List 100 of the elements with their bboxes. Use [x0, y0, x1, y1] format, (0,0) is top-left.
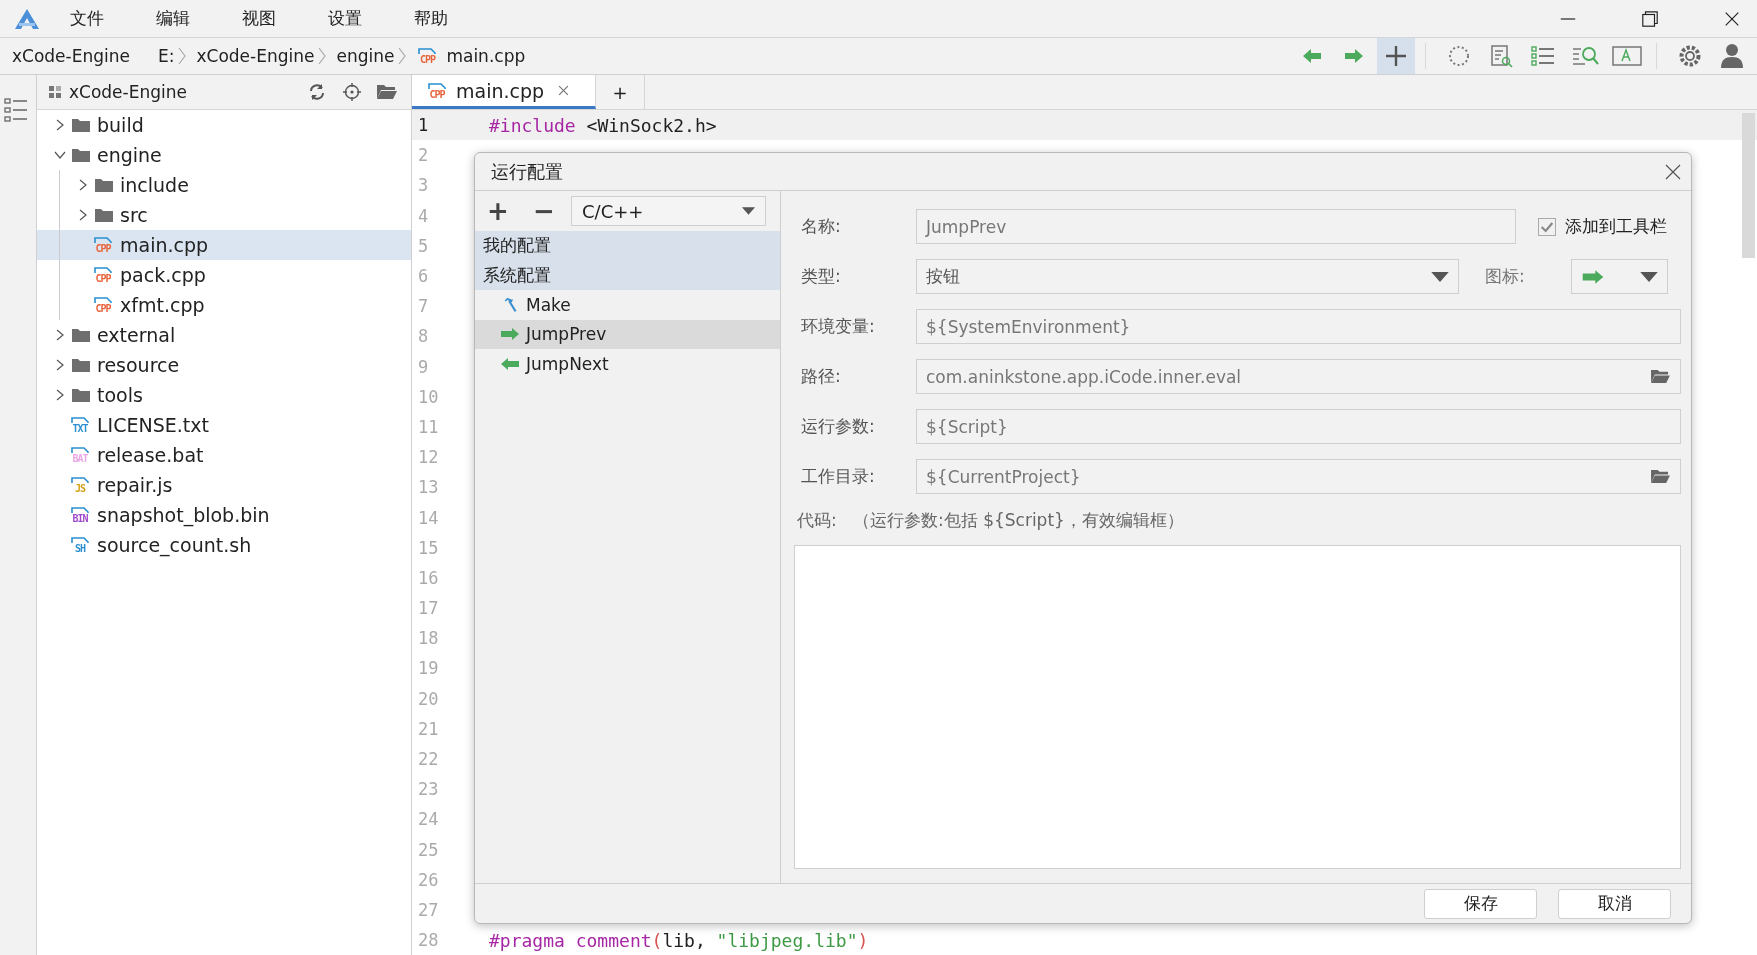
add-button[interactable]: + — [485, 198, 511, 224]
input-field[interactable]: ${SystemEnvironment} — [916, 309, 1681, 344]
breadcrumb-item[interactable]: E: — [158, 46, 175, 66]
input-field[interactable]: ${CurrentProject} — [916, 459, 1681, 494]
icon-select[interactable] — [1571, 259, 1668, 294]
line-number: 5 — [417, 235, 430, 256]
config-item[interactable]: Make — [475, 290, 780, 320]
tree-item[interactable]: BAT release.bat — [37, 440, 411, 470]
save-button[interactable]: 保存 — [1424, 888, 1537, 919]
breadcrumb-item[interactable]: CPP main.cpp — [416, 46, 526, 66]
line-number: 20 — [417, 688, 440, 709]
field-label: 代码: — [797, 508, 838, 532]
plus-icon[interactable] — [1377, 38, 1415, 74]
menu-item[interactable]: 视图 — [242, 7, 276, 30]
folder-icon — [94, 207, 114, 223]
config-group[interactable]: 我的配置 — [475, 231, 780, 261]
chevron-right-icon — [54, 329, 66, 341]
tree-item[interactable]: external — [37, 320, 411, 350]
tree-item[interactable]: build — [37, 110, 411, 140]
field-label: 工作目录: — [801, 465, 876, 488]
field-label: 运行参数: — [801, 415, 876, 438]
line-number: 16 — [417, 567, 440, 588]
code-line: #include <WinSock2.h> — [489, 114, 717, 136]
close-icon[interactable] — [1665, 163, 1681, 180]
hint-text: （运行参数:包括 ${Script}，有效编辑框） — [853, 508, 1184, 532]
chevron-icon — [318, 46, 327, 66]
config-group[interactable]: 系统配置 — [475, 260, 780, 290]
tree-item[interactable]: resource — [37, 350, 411, 380]
input-field[interactable]: ${Script} — [916, 409, 1681, 444]
line-number: 25 — [417, 839, 440, 860]
chevron-down-icon — [54, 149, 66, 161]
tree-item[interactable]: engine — [37, 140, 411, 170]
line-number: 14 — [417, 507, 440, 528]
field-label: 路径: — [801, 365, 842, 388]
menu-item[interactable]: 设置 — [328, 7, 362, 30]
folder-icon — [71, 357, 91, 373]
arrow-left-icon — [500, 355, 520, 372]
chevron-icon — [178, 46, 187, 66]
line-number: 6 — [417, 266, 430, 287]
code-editor-field[interactable] — [794, 545, 1681, 869]
arrow-right-icon — [500, 326, 520, 343]
line-number: 4 — [417, 205, 430, 226]
menu-item[interactable]: 编辑 — [156, 7, 190, 30]
outline-icon[interactable] — [4, 97, 28, 123]
tree-item[interactable]: TXT LICENSE.txt — [37, 410, 411, 440]
line-number: 24 — [417, 809, 440, 830]
breadcrumb-item[interactable]: engine — [336, 46, 395, 66]
chevron-right-icon — [54, 119, 66, 131]
name-field[interactable]: JumpPrev — [916, 209, 1516, 244]
tree-item[interactable]: SH source_count.sh — [37, 530, 411, 560]
tree-item[interactable]: CPP main.cpp — [37, 230, 411, 260]
line-number: 2 — [417, 145, 430, 166]
line-number: 27 — [417, 899, 440, 920]
line-number: 13 — [417, 477, 440, 498]
folder-icon[interactable] — [1650, 368, 1671, 385]
language-select[interactable]: C/C++ — [571, 196, 766, 226]
line-number: 19 — [417, 658, 440, 679]
chevron-icon — [398, 46, 407, 66]
tree-item[interactable]: tools — [37, 380, 411, 410]
editor-tab[interactable]: CPP main.cpp — [412, 75, 596, 109]
remove-button[interactable]: − — [531, 198, 557, 224]
field-label: 图标: — [1485, 265, 1526, 288]
tree-item[interactable]: include — [37, 170, 411, 200]
line-number: 15 — [417, 537, 440, 558]
line-number: 8 — [417, 326, 430, 347]
line-number: 18 — [417, 628, 440, 649]
grid-icon — [49, 86, 61, 98]
target-icon[interactable] — [341, 82, 363, 102]
restore-icon[interactable] — [1641, 9, 1659, 28]
checkbox[interactable] — [1538, 217, 1556, 236]
chevron-right-icon — [54, 359, 66, 371]
app-logo — [14, 7, 40, 30]
caret-icon — [742, 207, 755, 215]
menu-item[interactable]: 帮助 — [414, 7, 448, 30]
tree-item[interactable]: CPP pack.cpp — [37, 260, 411, 290]
field-label: 名称: — [801, 215, 842, 238]
type-select[interactable]: 按钮 — [916, 259, 1459, 294]
caret-icon — [1431, 271, 1449, 282]
folder-icon[interactable] — [376, 82, 398, 102]
folder-icon — [71, 387, 91, 403]
line-number: 1 — [417, 115, 430, 136]
project-name[interactable]: xCode-Engine — [12, 46, 130, 66]
folder-icon — [71, 327, 91, 343]
folder-icon[interactable] — [1650, 468, 1671, 485]
tree-item[interactable]: JS repair.js — [37, 470, 411, 500]
config-item[interactable]: JumpNext — [475, 349, 780, 379]
line-number: 23 — [417, 779, 440, 800]
menu-item[interactable]: 文件 — [70, 7, 104, 30]
cancel-button[interactable]: 取消 — [1558, 888, 1671, 919]
scrollbar-thumb[interactable] — [1742, 113, 1755, 258]
tree-item[interactable]: BIN snapshot_blob.bin — [37, 500, 411, 530]
line-number: 28 — [417, 930, 440, 951]
line-number: 9 — [417, 356, 430, 377]
tree-item[interactable]: CPP xfmt.cpp — [37, 290, 411, 320]
caret-icon — [1640, 271, 1658, 282]
config-item[interactable]: JumpPrev — [475, 319, 780, 349]
breadcrumb-item[interactable]: xCode-Engine — [196, 46, 315, 66]
new-tab-button[interactable]: + — [596, 75, 645, 109]
field-label: 类型: — [801, 265, 842, 288]
input-field[interactable]: com.aninkstone.app.iCode.inner.eval — [916, 359, 1681, 394]
